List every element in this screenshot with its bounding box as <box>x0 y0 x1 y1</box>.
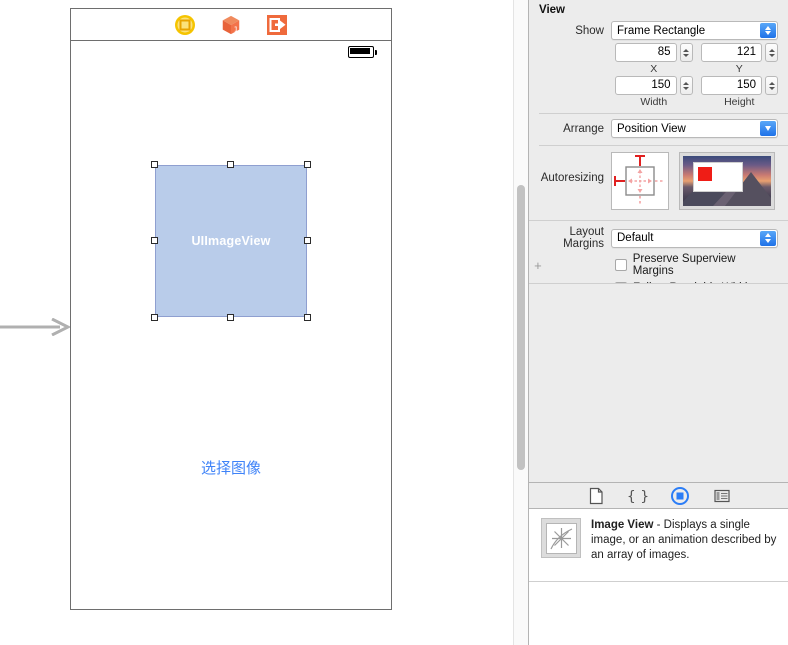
x-stepper[interactable] <box>680 43 693 62</box>
show-popup-button[interactable]: Frame Rectangle <box>611 21 778 40</box>
layout-margins-popup-button[interactable]: Default <box>611 229 778 248</box>
resize-handle-bottom-center[interactable] <box>227 314 234 321</box>
arrange-popup-value: Position View <box>612 123 686 135</box>
width-input[interactable]: 150 <box>615 76 677 95</box>
image-view-selection[interactable]: UIImageView <box>155 165 307 317</box>
view-controller-scene[interactable]: 1 UIImageView <box>70 8 392 610</box>
preserve-superview-margins-checkbox[interactable] <box>615 259 627 271</box>
xcode-interface-builder-window: 1 UIImageView <box>0 0 788 645</box>
width-stepper[interactable] <box>680 76 693 95</box>
width-caption: Width <box>640 96 667 108</box>
layout-margins-popup-value: Default <box>612 232 653 244</box>
height-field-group: 150 Height <box>701 76 779 108</box>
y-stepper[interactable] <box>765 43 778 62</box>
autoresizing-label: Autoresizing <box>529 152 611 184</box>
image-view-label: UIImageView <box>191 234 270 248</box>
preserve-superview-margins-label: Preserve Superview Margins <box>633 253 778 277</box>
preview-wallpaper-image <box>683 156 771 206</box>
autoresizing-struts-and-springs[interactable] <box>611 152 669 210</box>
y-input[interactable]: 121 <box>701 43 763 62</box>
battery-icon <box>348 46 374 58</box>
origin-fields-row: 85 X 121 Y <box>529 42 788 75</box>
library-list-area[interactable] <box>529 582 788 645</box>
inspector-empty-area <box>529 283 788 482</box>
resize-handle-top-center[interactable] <box>227 161 234 168</box>
library-description-text: Image View - Displays a single image, or… <box>591 518 778 581</box>
divider-above-layout-margins <box>529 220 788 221</box>
arrange-popup-button[interactable]: Position View <box>611 119 778 138</box>
preserve-superview-margins-row: + Preserve Superview Margins <box>529 252 788 278</box>
size-inspector-panel: View Show Frame Rectangle 85 X <box>528 0 788 645</box>
resize-handle-bottom-left[interactable] <box>151 314 158 321</box>
show-row: Show Frame Rectangle <box>529 19 788 42</box>
exit-segue-icon[interactable] <box>266 14 288 36</box>
canvas-vertical-scrollbar[interactable] <box>513 0 528 645</box>
image-view-placeholder[interactable]: UIImageView <box>155 165 307 317</box>
divider-above-autoresizing <box>539 145 788 146</box>
object-library-icon[interactable] <box>670 486 690 506</box>
svg-text:1: 1 <box>234 24 239 33</box>
svg-text:{ }: { } <box>628 489 648 505</box>
library-object-description: Image View - Displays a single image, or… <box>529 509 788 581</box>
initial-view-controller-arrow <box>0 318 70 336</box>
width-field-group: 150 Width <box>615 76 693 108</box>
view-controller-icon[interactable] <box>174 14 196 36</box>
select-image-button[interactable]: 选择图像 <box>71 457 391 478</box>
add-variation-icon[interactable]: + <box>529 258 547 273</box>
height-input[interactable]: 150 <box>701 76 763 95</box>
show-popup-value: Frame Rectangle <box>612 25 705 37</box>
size-fields-row: 150 Width 150 Height <box>529 75 788 108</box>
arrange-row: Arrange Position View <box>529 117 788 140</box>
show-label: Show <box>529 25 611 37</box>
resize-handle-bottom-right[interactable] <box>304 314 311 321</box>
resize-handle-middle-left[interactable] <box>151 237 158 244</box>
scene-dock-toolbar[interactable]: 1 <box>71 9 391 41</box>
autoresizing-preview-thumbnail <box>679 152 775 210</box>
preview-window-rectangle <box>693 162 743 192</box>
scrollbar-thumb[interactable] <box>517 185 525 470</box>
inspector-section-title: View <box>529 0 788 19</box>
preview-red-square <box>698 167 712 181</box>
storyboard-canvas[interactable]: 1 UIImageView <box>0 0 512 645</box>
chevron-down-icon <box>760 121 776 136</box>
code-snippet-library-icon[interactable]: { } <box>628 486 648 506</box>
file-template-library-icon[interactable] <box>586 486 606 506</box>
library-description-title: Image View <box>591 519 653 531</box>
divider-above-arrange <box>539 113 788 114</box>
height-stepper[interactable] <box>765 76 778 95</box>
chevron-updown-icon <box>760 231 776 246</box>
autoresizing-row: Autoresizing <box>529 149 788 215</box>
x-input[interactable]: 85 <box>615 43 677 62</box>
arrange-label: Arrange <box>529 123 611 135</box>
resize-handle-middle-right[interactable] <box>304 237 311 244</box>
y-field-group: 121 Y <box>701 43 779 75</box>
resize-handle-top-left[interactable] <box>151 161 158 168</box>
layout-margins-row: Layout Margins Default <box>529 224 788 252</box>
x-field-group: 85 X <box>615 43 693 75</box>
resize-handle-top-right[interactable] <box>304 161 311 168</box>
simulated-status-bar <box>71 41 391 63</box>
y-caption: Y <box>736 63 743 75</box>
library-tab-bar[interactable]: { } <box>529 482 788 509</box>
first-responder-icon[interactable]: 1 <box>220 14 242 36</box>
media-library-icon[interactable] <box>712 486 732 506</box>
layout-margins-label: Layout Margins <box>529 226 611 250</box>
x-caption: X <box>650 63 657 75</box>
chevron-updown-icon <box>760 23 776 38</box>
image-view-object-icon <box>541 518 581 558</box>
height-caption: Height <box>724 96 754 108</box>
